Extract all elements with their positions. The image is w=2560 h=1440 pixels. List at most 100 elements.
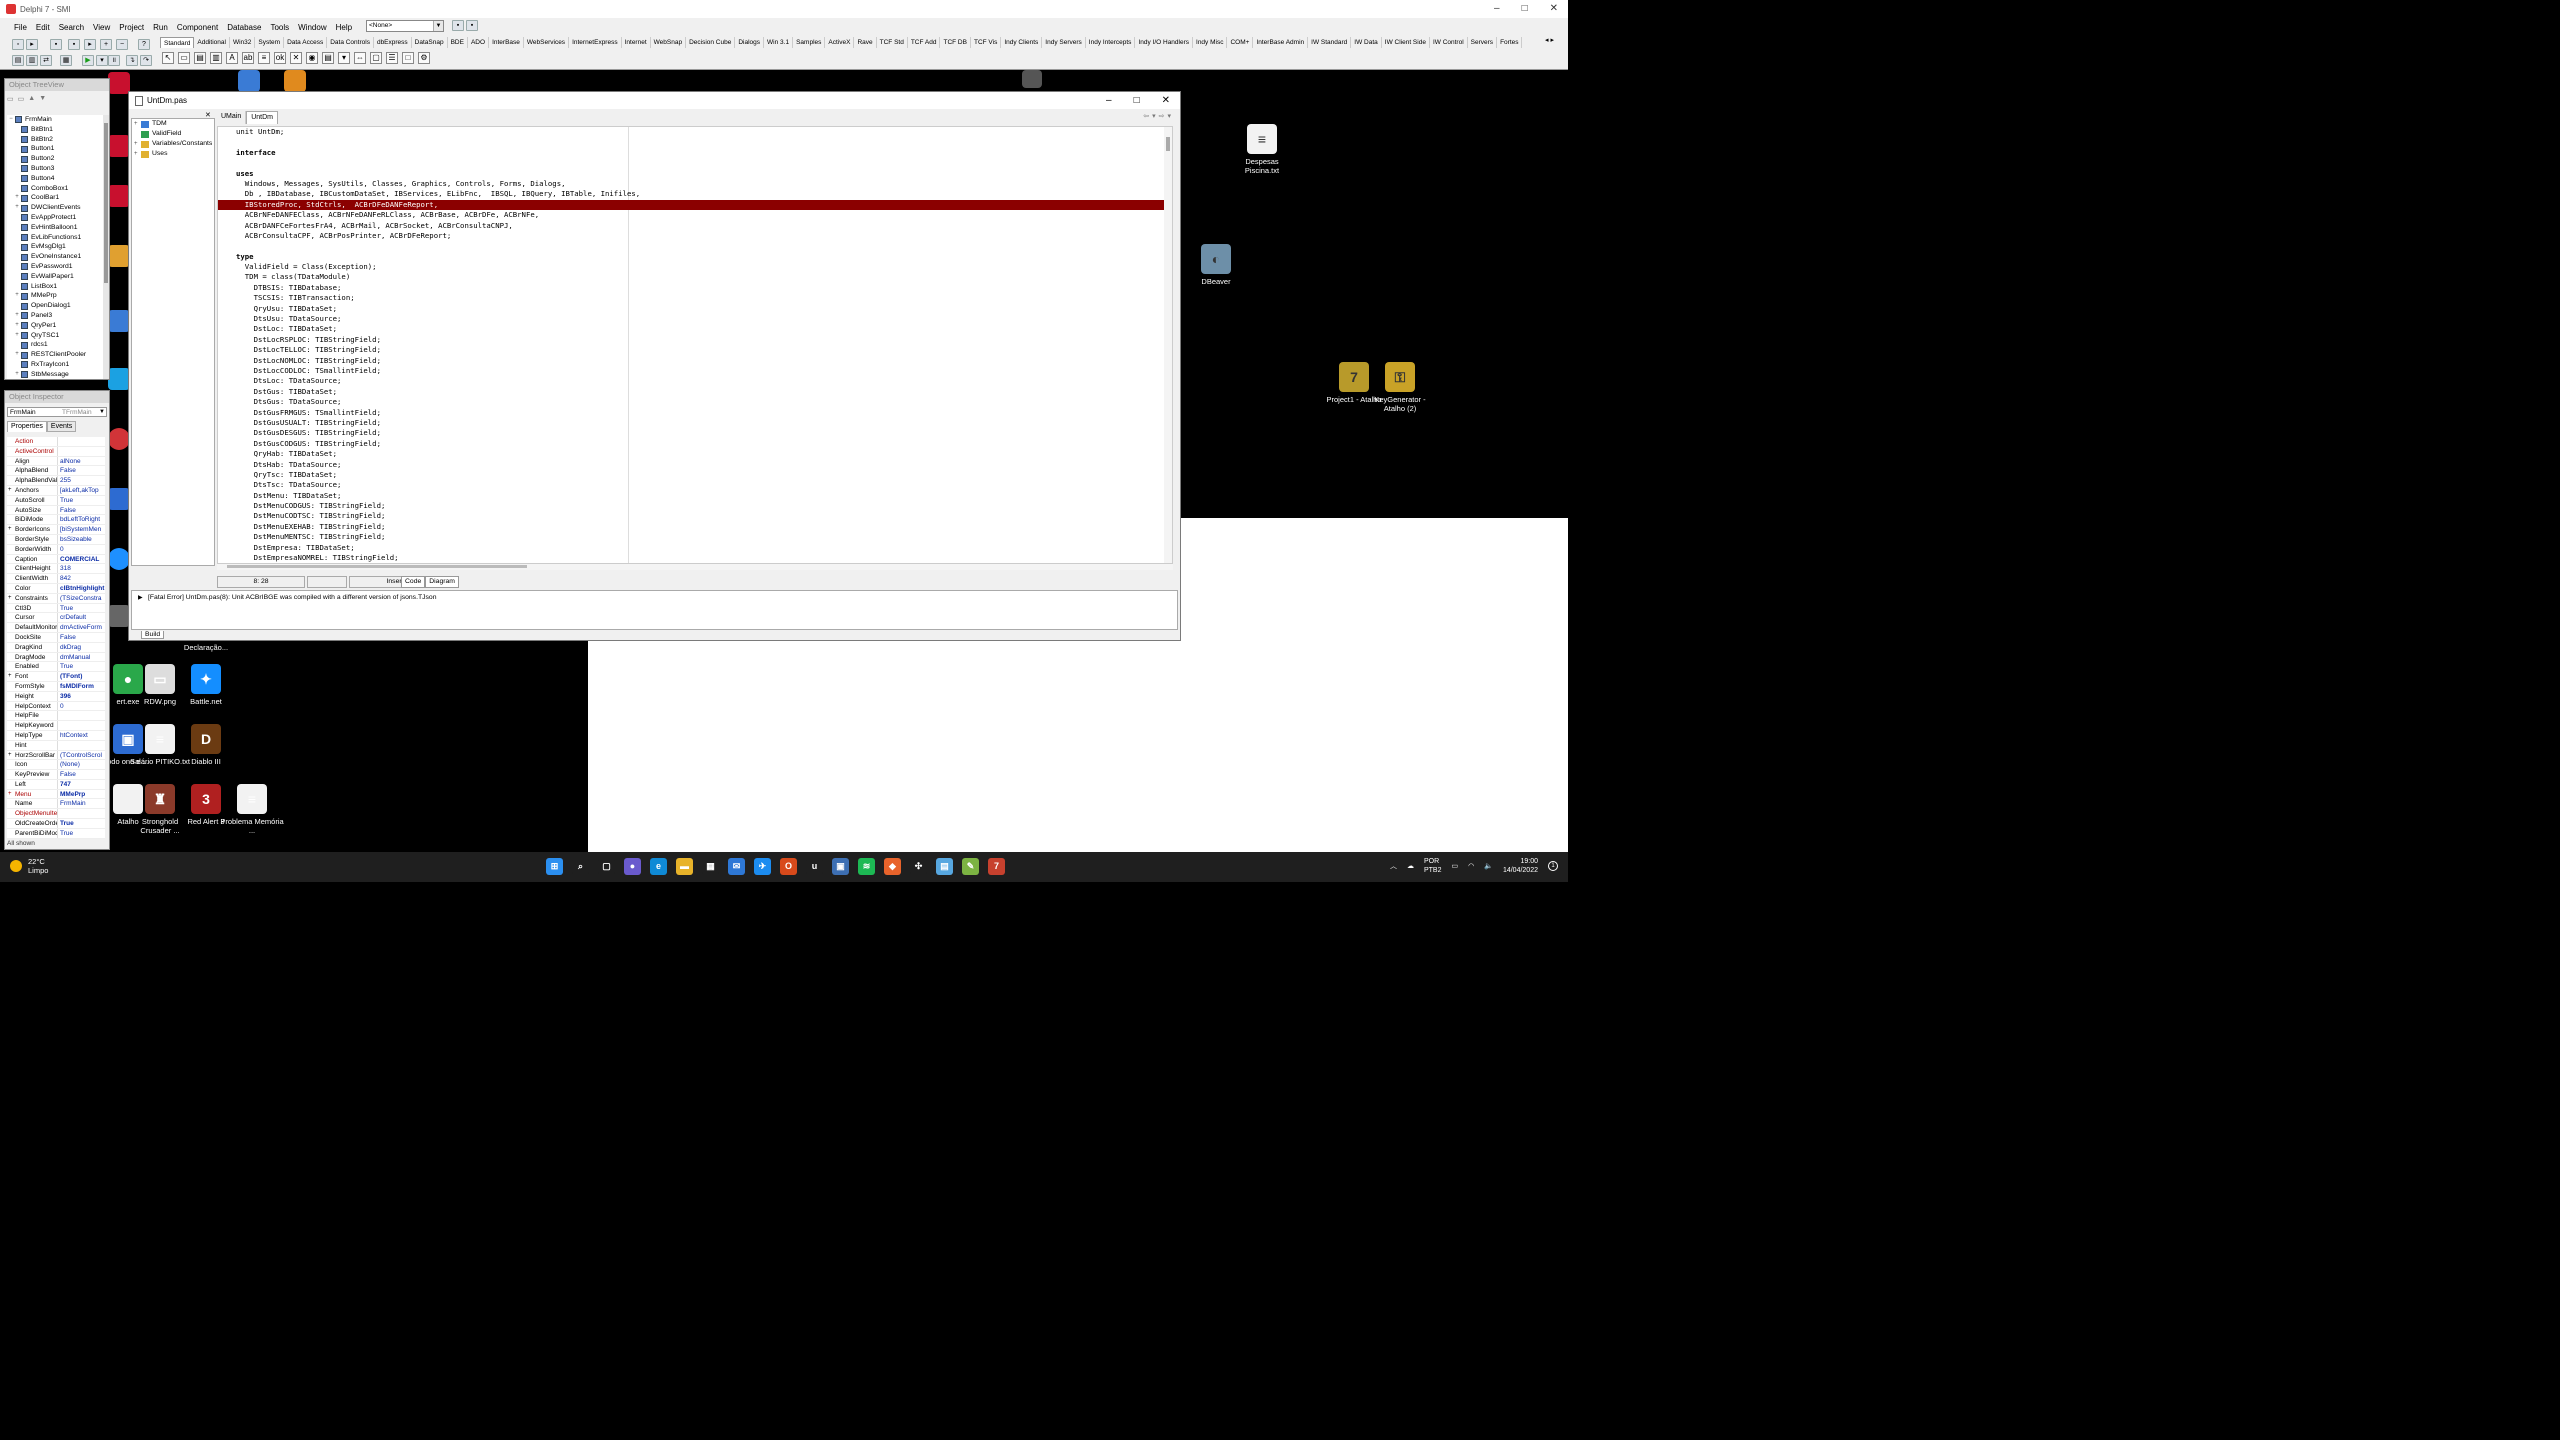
- notepad-icon[interactable]: ▤: [936, 858, 953, 875]
- help-icon[interactable]: ?: [138, 39, 150, 50]
- tree-item[interactable]: + QryPer1: [7, 321, 103, 331]
- property-row[interactable]: + Constraints (TSizeConstra: [7, 593, 105, 604]
- radiobutton-icon[interactable]: ◉: [306, 52, 318, 64]
- palette-tab[interactable]: TCF Std: [877, 37, 908, 48]
- property-value[interactable]: crDefault: [58, 613, 105, 622]
- property-row[interactable]: DockSite False: [7, 632, 105, 643]
- expand-icon[interactable]: +: [13, 311, 21, 321]
- property-row[interactable]: ActiveControl: [7, 446, 105, 457]
- expand-icon[interactable]: −: [7, 115, 15, 125]
- task-view-icon[interactable]: ▢: [598, 858, 615, 875]
- code-line[interactable]: DstMenu: TIBDataSet;: [218, 491, 1172, 501]
- maximize-icon[interactable]: □: [1522, 3, 1528, 14]
- monitor-icon[interactable]: ▭: [1452, 862, 1459, 871]
- code-line[interactable]: interface: [218, 148, 1172, 158]
- move-down-icon[interactable]: ▼: [39, 95, 46, 103]
- set-debug-desktop-icon[interactable]: ▪: [466, 20, 478, 31]
- code-line[interactable]: QryUsu: TIBDataSet;: [218, 304, 1172, 314]
- palette-tab[interactable]: Indy Misc: [1193, 37, 1228, 48]
- property-row[interactable]: Ctl3D True: [7, 603, 105, 614]
- pointer-icon[interactable]: ↖: [162, 52, 174, 64]
- property-row[interactable]: + HorzScrollBar (TControlScrol: [7, 750, 105, 761]
- volume-icon[interactable]: 🔈: [1484, 862, 1493, 871]
- chevron-down-icon[interactable]: ▼: [433, 21, 443, 31]
- menu-file[interactable]: File: [14, 23, 27, 32]
- property-row[interactable]: DragMode dmManual: [7, 652, 105, 663]
- combobox-icon[interactable]: ▾: [338, 52, 350, 64]
- expand-icon[interactable]: +: [8, 594, 12, 603]
- property-row[interactable]: AutoScroll True: [7, 495, 105, 506]
- property-value[interactable]: [58, 741, 105, 750]
- desktop-icon[interactable]: ◐ DBeaver: [1184, 244, 1248, 286]
- code-line[interactable]: DstGusUSUALT: TIBStringField;: [218, 418, 1172, 428]
- tab-diagram[interactable]: Diagram: [425, 576, 459, 588]
- code-line[interactable]: DstMenuEXEHAB: TIBStringField;: [218, 522, 1172, 532]
- move-up-icon[interactable]: ▲: [28, 95, 35, 103]
- new-icon[interactable]: ▫: [12, 39, 24, 50]
- property-row[interactable]: ObjectMenuItem: [7, 809, 105, 820]
- tree-item[interactable]: + MMePrp: [7, 291, 103, 301]
- desktop-icon[interactable]: ≡ Problema Memória ...: [220, 784, 284, 835]
- menu-run[interactable]: Run: [153, 23, 168, 32]
- weather-widget[interactable]: 22°C Limpo: [10, 857, 48, 875]
- explorer-item[interactable]: + Variables/Constants: [132, 139, 214, 149]
- property-row[interactable]: BorderWidth 0: [7, 544, 105, 555]
- expand-icon[interactable]: +: [13, 291, 21, 301]
- tab-code[interactable]: Code: [401, 576, 426, 588]
- tree-item[interactable]: Button1: [7, 144, 103, 154]
- property-value[interactable]: [58, 711, 105, 720]
- property-row[interactable]: + Anchors [akLeft,akTop: [7, 485, 105, 496]
- desktop-strip-icon[interactable]: [108, 185, 130, 207]
- delete-folder-icon[interactable]: ▭: [18, 95, 25, 103]
- run-dropdown-icon[interactable]: ▾: [96, 55, 108, 66]
- code-line[interactable]: ACBrConsultaCPF, ACBrPosPrinter, ACBrDFe…: [218, 231, 1172, 241]
- office-icon[interactable]: O: [780, 858, 797, 875]
- property-row[interactable]: DragKind dkDrag: [7, 642, 105, 653]
- minimize-icon[interactable]: –: [1494, 3, 1500, 14]
- palette-tab[interactable]: ADO: [468, 37, 490, 48]
- palette-tab[interactable]: COM+: [1227, 37, 1254, 48]
- property-row[interactable]: HelpType htContext: [7, 730, 105, 741]
- tree-item[interactable]: + CoolBar1: [7, 193, 103, 203]
- upwork-icon[interactable]: u: [806, 858, 823, 875]
- chevron-down-icon[interactable]: ▾: [1167, 113, 1174, 120]
- slack-icon[interactable]: ✣: [910, 858, 927, 875]
- clock[interactable]: 19:00 14/04/2022: [1503, 857, 1538, 875]
- remove-file-icon[interactable]: −: [116, 39, 128, 50]
- view-form-icon[interactable]: ▥: [26, 55, 38, 66]
- expand-icon[interactable]: +: [8, 525, 12, 534]
- start-button[interactable]: ⊞: [546, 858, 563, 875]
- palette-scroll-arrows[interactable]: ◂ ▸: [1545, 36, 1554, 44]
- add-file-icon[interactable]: +: [100, 39, 112, 50]
- mainmenu-icon[interactable]: ▤: [194, 52, 206, 64]
- back-icon[interactable]: ⇦: [1143, 113, 1152, 120]
- cloud-icon[interactable]: ☁: [1407, 862, 1414, 871]
- explorer-item[interactable]: + Uses: [132, 149, 214, 159]
- property-row[interactable]: HelpContext 0: [7, 701, 105, 712]
- property-row[interactable]: Name FrmMain: [7, 799, 105, 810]
- palette-tab[interactable]: WebServices: [524, 37, 570, 48]
- palette-tab[interactable]: IW Standard: [1308, 37, 1352, 48]
- store-icon[interactable]: ▦: [702, 858, 719, 875]
- app-icon[interactable]: ▣: [832, 858, 849, 875]
- listbox-icon[interactable]: ▤: [322, 52, 334, 64]
- radiogroup-icon[interactable]: ☰: [386, 52, 398, 64]
- palette-tab[interactable]: dbExpress: [374, 37, 412, 48]
- property-value[interactable]: [58, 437, 105, 446]
- tree-item[interactable]: − FrmMain: [7, 115, 103, 125]
- actionlist-icon[interactable]: ⚙: [418, 52, 430, 64]
- desktop-strip-icon[interactable]: [108, 548, 130, 570]
- property-value[interactable]: False: [58, 466, 105, 475]
- code-line[interactable]: DtsGus: TDataSource;: [218, 397, 1172, 407]
- code-line[interactable]: [218, 241, 1172, 251]
- palette-tab[interactable]: Dialogs: [735, 37, 765, 48]
- pause-icon[interactable]: ॥: [108, 55, 120, 66]
- menu-project[interactable]: Project: [119, 23, 144, 32]
- code-vertical-scrollbar[interactable]: [1164, 127, 1172, 563]
- tree-item[interactable]: OpenDialog1: [7, 301, 103, 311]
- tree-item[interactable]: Button2: [7, 154, 103, 164]
- property-row[interactable]: AlphaBlendVal 255: [7, 476, 105, 486]
- save-all-icon[interactable]: ▪: [68, 39, 80, 50]
- property-row[interactable]: Cursor crDefault: [7, 613, 105, 624]
- tab-build[interactable]: Build: [141, 631, 165, 639]
